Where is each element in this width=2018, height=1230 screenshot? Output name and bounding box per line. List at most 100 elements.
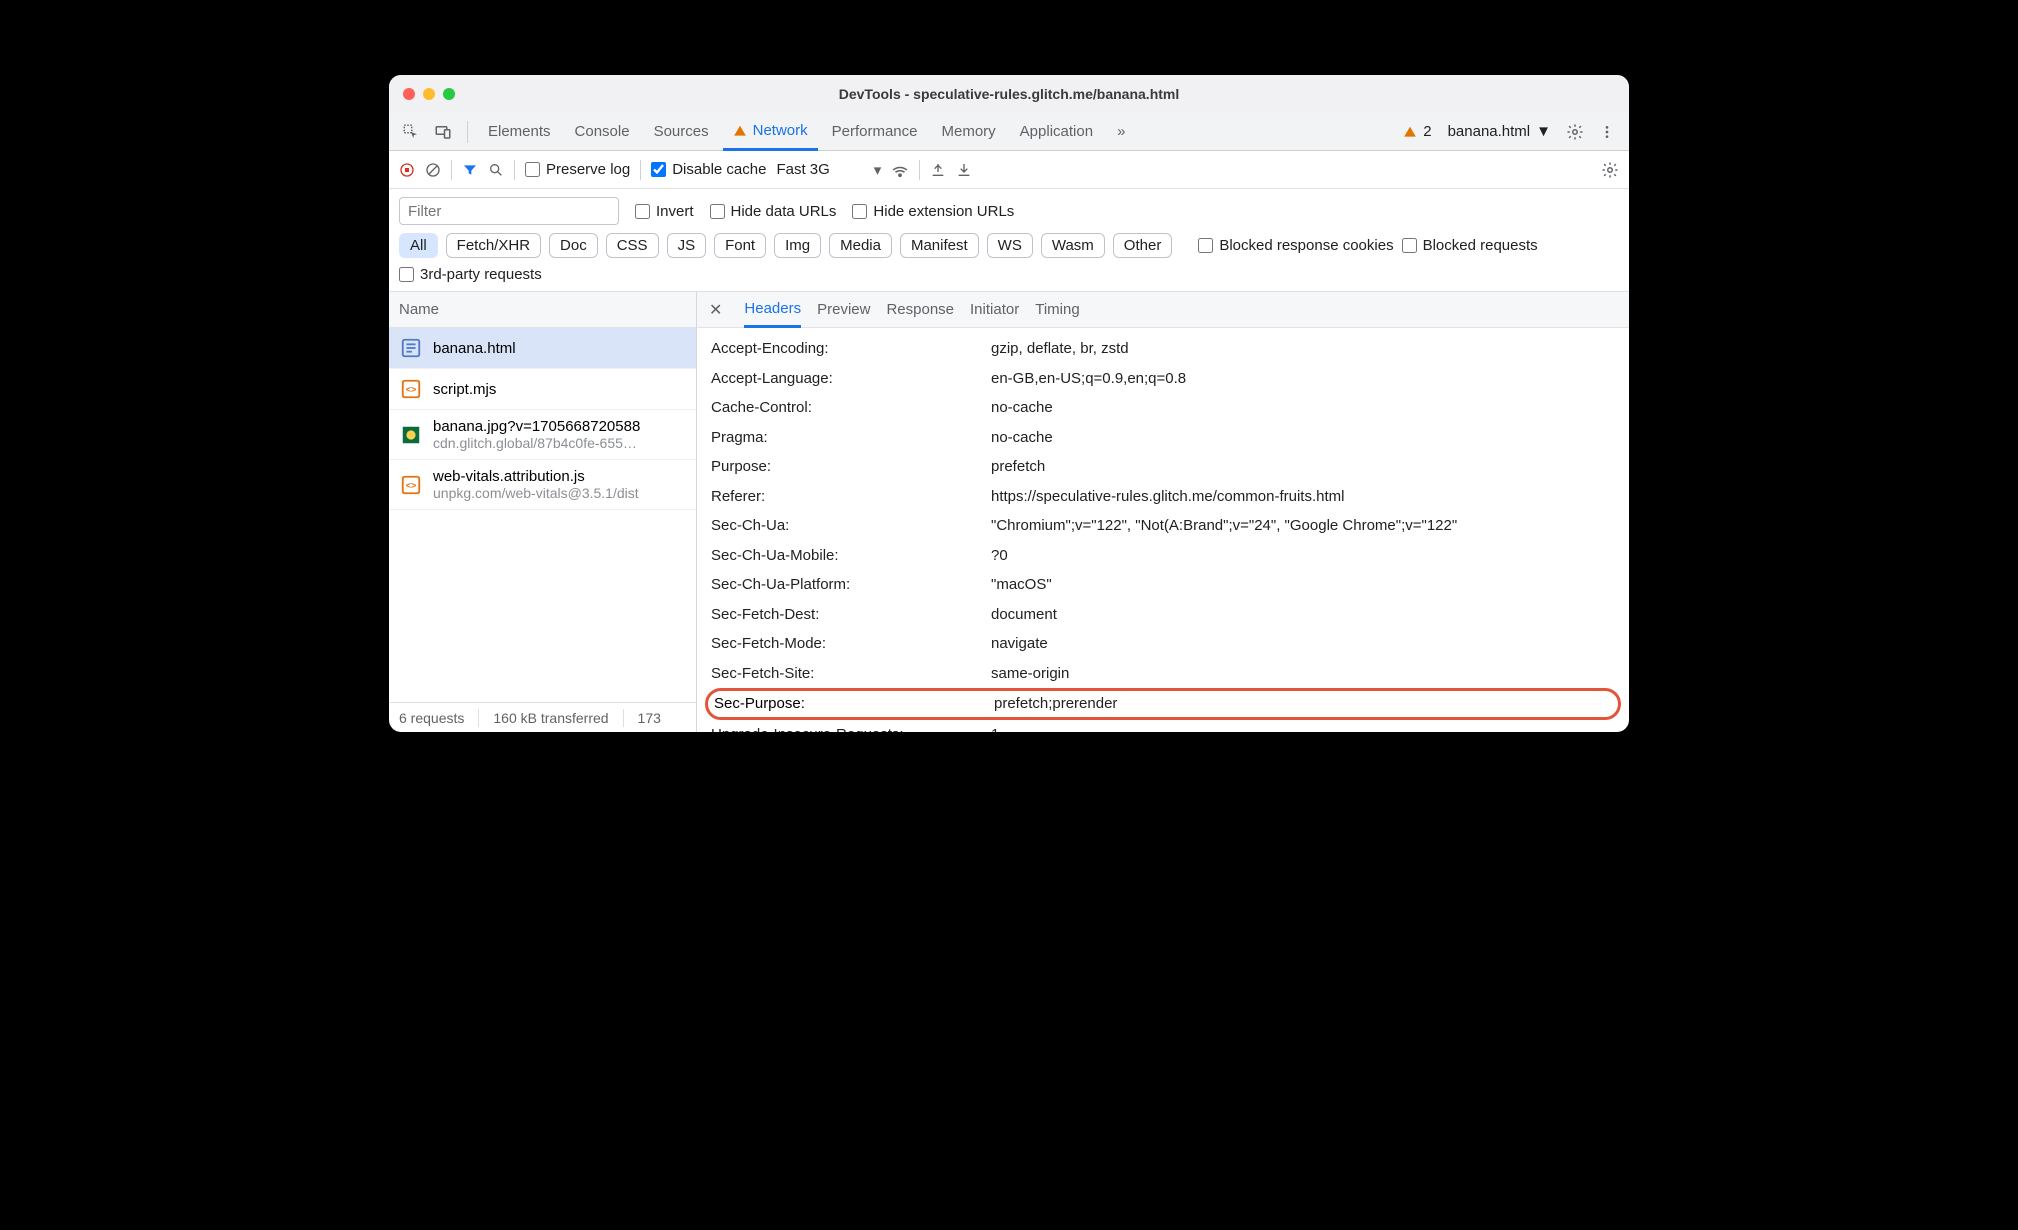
hide-data-urls-checkbox[interactable]: Hide data URLs: [710, 203, 837, 220]
window-controls: [403, 88, 455, 100]
disable-cache-input[interactable]: [651, 162, 666, 177]
header-value: "Chromium";v="122", "Not(A:Brand";v="24"…: [991, 513, 1615, 539]
filter-pill-fetchxhr[interactable]: Fetch/XHR: [446, 233, 541, 258]
filter-pill-all[interactable]: All: [399, 233, 438, 258]
file-icon: <>: [399, 473, 423, 497]
close-detail-button[interactable]: ✕: [709, 300, 728, 320]
header-value: document: [991, 602, 1615, 628]
third-party-checkbox[interactable]: 3rd-party requests: [399, 266, 542, 283]
settings-icon[interactable]: [1561, 118, 1589, 146]
status-bar: 6 requests 160 kB transferred 173: [389, 702, 696, 732]
header-name: Sec-Ch-Ua-Mobile:: [711, 543, 991, 569]
blocked-requests-checkbox[interactable]: Blocked requests: [1402, 237, 1538, 254]
preserve-log-label: Preserve log: [546, 161, 630, 178]
filter-pill-font[interactable]: Font: [714, 233, 766, 258]
clear-button[interactable]: [425, 162, 441, 178]
tab-more[interactable]: »: [1107, 113, 1135, 151]
hide-extension-urls-checkbox[interactable]: Hide extension URLs: [852, 203, 1014, 220]
header-value: navigate: [991, 631, 1615, 657]
header-name: Sec-Fetch-Dest:: [711, 602, 991, 628]
header-value: prefetch: [991, 454, 1615, 480]
request-list: banana.html<> script.mjs banana.jpg?v=17…: [389, 328, 696, 702]
preserve-log-input[interactable]: [525, 162, 540, 177]
filter-pill-other[interactable]: Other: [1113, 233, 1173, 258]
inspect-icon[interactable]: [397, 118, 425, 146]
header-row: Referer:https://speculative-rules.glitch…: [697, 482, 1629, 512]
request-row[interactable]: <> script.mjs: [389, 369, 696, 410]
request-name: web-vitals.attribution.js: [433, 468, 639, 485]
filter-input[interactable]: [399, 197, 619, 225]
tab-memory[interactable]: Memory: [932, 113, 1006, 151]
tab-sources[interactable]: Sources: [644, 113, 719, 151]
network-conditions-icon[interactable]: [891, 161, 909, 179]
header-value: "macOS": [991, 572, 1615, 598]
header-row: Upgrade-Insecure-Requests:1: [697, 720, 1629, 733]
device-toggle-icon[interactable]: [429, 118, 457, 146]
header-row: Accept-Encoding:gzip, deflate, br, zstd: [697, 334, 1629, 364]
header-name: Sec-Purpose:: [714, 691, 994, 717]
request-detail-pane: ✕ Headers Preview Response Initiator Tim…: [697, 292, 1629, 732]
context-selector[interactable]: banana.html ▼: [1442, 123, 1557, 140]
status-resources: 173: [638, 710, 661, 726]
tab-performance[interactable]: Performance: [822, 113, 928, 151]
header-value: no-cache: [991, 395, 1615, 421]
tab-elements[interactable]: Elements: [478, 113, 561, 151]
header-row: Sec-Fetch-Site:same-origin: [697, 659, 1629, 689]
issues-indicator[interactable]: 2: [1397, 123, 1437, 140]
request-row[interactable]: banana.html: [389, 328, 696, 369]
minimize-window-button[interactable]: [423, 88, 435, 100]
chevron-down-icon: ▾: [874, 161, 882, 179]
filter-pill-wasm[interactable]: Wasm: [1041, 233, 1105, 258]
invert-checkbox[interactable]: Invert: [635, 203, 694, 220]
filter-pill-manifest[interactable]: Manifest: [900, 233, 979, 258]
disable-cache-checkbox[interactable]: Disable cache: [651, 161, 766, 178]
request-domain: unpkg.com/web-vitals@3.5.1/dist: [433, 485, 639, 501]
filter-pill-media[interactable]: Media: [829, 233, 892, 258]
header-name: Sec-Ch-Ua:: [711, 513, 991, 539]
request-row[interactable]: banana.jpg?v=1705668720588cdn.glitch.glo…: [389, 410, 696, 460]
resource-type-filters: All Fetch/XHR Doc CSS JS Font Img Media Manifest…: [399, 233, 1172, 258]
header-name: Referer:: [711, 484, 991, 510]
filter-pill-doc[interactable]: Doc: [549, 233, 598, 258]
preserve-log-checkbox[interactable]: Preserve log: [525, 161, 630, 178]
filter-pill-img[interactable]: Img: [774, 233, 821, 258]
throttling-select[interactable]: Fast 3G ▾: [776, 161, 881, 179]
context-label: banana.html: [1448, 123, 1531, 140]
kebab-icon[interactable]: [1593, 118, 1621, 146]
header-value: same-origin: [991, 661, 1615, 687]
import-har-icon[interactable]: [956, 162, 972, 178]
filter-icon[interactable]: [462, 162, 478, 178]
name-column-header[interactable]: Name: [389, 292, 696, 328]
header-name: Upgrade-Insecure-Requests:: [711, 722, 991, 733]
file-icon: [399, 336, 423, 360]
search-icon[interactable]: [488, 162, 504, 178]
header-value: no-cache: [991, 425, 1615, 451]
filter-bar: Invert Hide data URLs Hide extension URL…: [389, 189, 1629, 292]
filter-pill-css[interactable]: CSS: [606, 233, 659, 258]
network-settings-icon[interactable]: [1601, 161, 1619, 179]
tab-response[interactable]: Response: [886, 292, 954, 328]
request-row[interactable]: <> web-vitals.attribution.jsunpkg.com/we…: [389, 460, 696, 510]
header-value: ?0: [991, 543, 1615, 569]
status-transferred: 160 kB transferred: [493, 710, 608, 726]
header-row: Accept-Language:en-GB,en-US;q=0.9,en;q=0…: [697, 364, 1629, 394]
filter-pill-ws[interactable]: WS: [987, 233, 1033, 258]
tab-console[interactable]: Console: [565, 113, 640, 151]
header-row: Sec-Fetch-Dest:document: [697, 600, 1629, 630]
warning-icon: [733, 124, 747, 138]
tab-preview[interactable]: Preview: [817, 292, 870, 328]
close-window-button[interactable]: [403, 88, 415, 100]
tab-network[interactable]: Network: [723, 113, 818, 151]
blocked-cookies-checkbox[interactable]: Blocked response cookies: [1198, 237, 1393, 254]
header-row: Cache-Control:no-cache: [697, 393, 1629, 423]
tab-timing[interactable]: Timing: [1035, 292, 1079, 328]
tab-initiator[interactable]: Initiator: [970, 292, 1019, 328]
export-har-icon[interactable]: [930, 162, 946, 178]
request-name: script.mjs: [433, 381, 496, 398]
tab-headers[interactable]: Headers: [744, 292, 801, 328]
tab-application[interactable]: Application: [1010, 113, 1103, 151]
filter-pill-js[interactable]: JS: [667, 233, 707, 258]
maximize-window-button[interactable]: [443, 88, 455, 100]
record-button[interactable]: [399, 162, 415, 178]
file-icon: <>: [399, 377, 423, 401]
